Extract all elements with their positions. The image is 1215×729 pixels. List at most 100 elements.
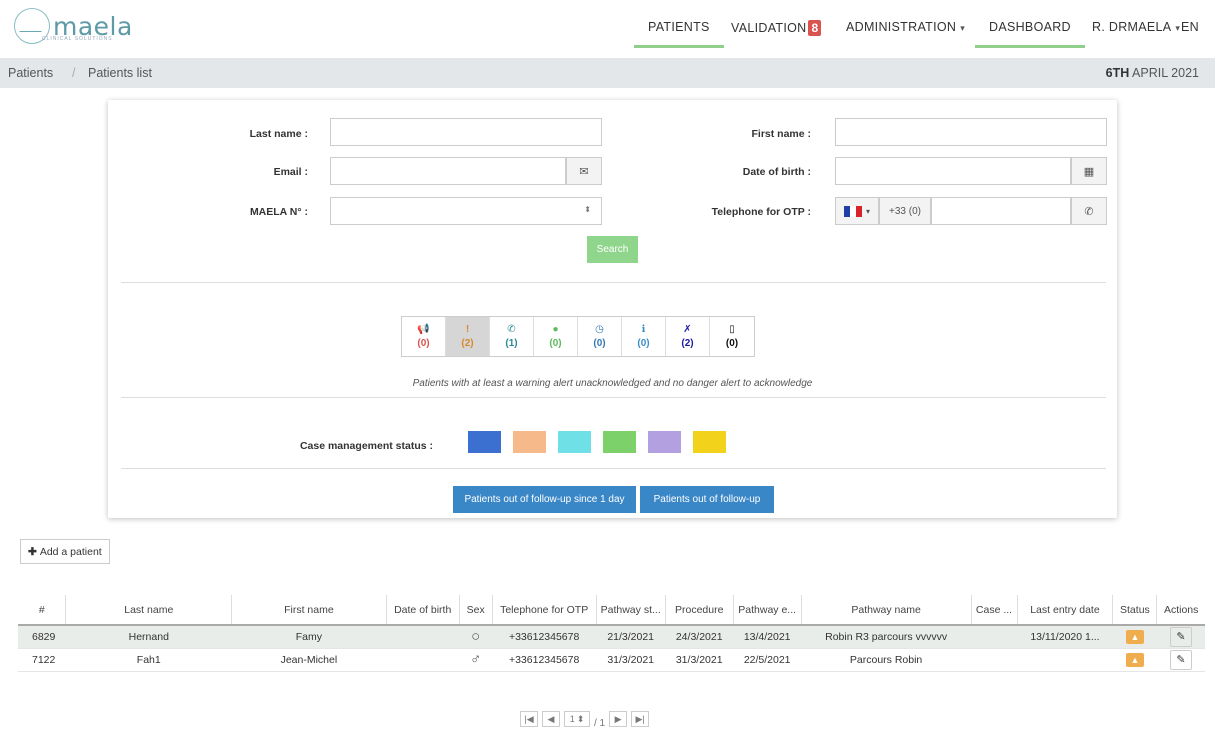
- alert-filter-tab[interactable]: ✗ (2): [666, 317, 710, 356]
- first-name-input[interactable]: [835, 118, 1107, 146]
- column-header[interactable]: Last name: [65, 595, 233, 626]
- breadcrumb-separator: /: [72, 66, 76, 80]
- maela-number-input[interactable]: ⬍: [330, 197, 602, 225]
- prev-page-icon[interactable]: ◀: [542, 711, 560, 727]
- nav-language[interactable]: EN: [1181, 20, 1199, 34]
- cell-sex: ○: [459, 625, 493, 649]
- add-patient-label: Add a patient: [39, 545, 102, 558]
- exclamation-icon: !: [465, 324, 470, 335]
- search-button[interactable]: Search: [587, 236, 638, 263]
- current-date: 6TH APRIL 2021: [1106, 66, 1199, 80]
- cell-phone: +33612345678: [492, 625, 597, 649]
- cell-last_entry: 13/11/2020 1...: [1017, 625, 1113, 649]
- column-header[interactable]: Sex: [459, 595, 493, 626]
- cell-first: Jean-Michel: [231, 648, 387, 672]
- alert-filter-tab[interactable]: ℹ (0): [622, 317, 666, 356]
- column-header[interactable]: Pathway st...: [596, 595, 666, 626]
- breadcrumb: Patients / Patients list 6TH APRIL 2021: [0, 58, 1215, 88]
- column-header[interactable]: Last entry date: [1017, 595, 1114, 626]
- column-header[interactable]: #: [18, 595, 67, 626]
- case-status-swatch[interactable]: [513, 431, 546, 453]
- info-icon: ℹ: [641, 324, 646, 335]
- nav-administration-label: ADMINISTRATION: [846, 20, 957, 34]
- nav-administration[interactable]: ADMINISTRATION ▾: [846, 20, 965, 34]
- add-patient-button[interactable]: ✚ Add a patient: [20, 539, 110, 564]
- column-header[interactable]: Status: [1112, 595, 1158, 626]
- nav-user-menu[interactable]: R. DRMAELA ▾: [1092, 20, 1180, 34]
- alert-filter-tab[interactable]: ▯ (0): [710, 317, 754, 356]
- warning-icon[interactable]: ▲: [1125, 652, 1144, 667]
- cell-dob: [386, 625, 460, 649]
- divider: [121, 397, 1106, 398]
- phone-otp-input[interactable]: [931, 197, 1071, 225]
- table-row[interactable]: 6829 Hernand Famy ○ +33612345678 21/3/2021 24/…: [18, 625, 1205, 649]
- breadcrumb-patients[interactable]: Patients: [8, 66, 53, 80]
- last-page-icon[interactable]: ▶|: [631, 711, 650, 727]
- alert-filter-tab[interactable]: ◷ (0): [578, 317, 622, 356]
- maela-number-label: MAELA N° :: [249, 206, 308, 218]
- last-name-input[interactable]: [330, 118, 602, 146]
- column-header[interactable]: Pathway e...: [733, 595, 802, 626]
- clock-icon: ◷: [595, 324, 604, 335]
- alert-filter-tabs: 📢 (0)! (2) ✆ (1) ● (0) ◷ (0) ℹ (0) ✗ (2) ▯ (0): [401, 316, 755, 357]
- warning-icon[interactable]: ▲: [1125, 629, 1144, 644]
- alert-filter-tab[interactable]: 📢 (0): [402, 317, 446, 356]
- email-input[interactable]: [330, 157, 566, 185]
- case-management-label: Case management status :: [299, 440, 433, 452]
- phone-icon: ✆: [507, 324, 516, 335]
- page-number-input[interactable]: 1 ⬍: [564, 711, 590, 727]
- alert-count: (0): [417, 338, 430, 349]
- edit-pencil-icon[interactable]: ✎: [1169, 626, 1192, 647]
- patients-table: # Last name First name Date of birth Sex Tele…: [18, 595, 1205, 672]
- user-name: R. DRMAELA: [1092, 20, 1172, 34]
- nav-validation[interactable]: VALIDATION 8: [731, 20, 822, 36]
- edit-pencil-icon[interactable]: ✎: [1169, 649, 1192, 670]
- column-header[interactable]: First name: [231, 595, 387, 626]
- number-spinner-icon: ⬍: [576, 713, 585, 724]
- cell-start: 31/3/2021: [596, 648, 666, 672]
- alert-filter-tab[interactable]: ✆ (1): [490, 317, 534, 356]
- table-row[interactable]: 7122 Fah1 Jean-Michel ♂ +33612345678 31/3/202…: [18, 648, 1205, 672]
- validation-count-badge: 8: [808, 20, 822, 36]
- out-of-follow-up-button[interactable]: Patients out of follow-up: [640, 486, 774, 513]
- column-header[interactable]: Telephone for OTP: [492, 595, 597, 626]
- alert-count: (1): [505, 338, 518, 349]
- cell-case: [971, 625, 1017, 649]
- column-header[interactable]: Pathway name: [801, 595, 972, 626]
- nav-patients[interactable]: PATIENTS: [634, 20, 724, 48]
- case-status-swatch[interactable]: [693, 431, 726, 453]
- cell-start: 21/3/2021: [596, 625, 666, 649]
- alert-filter-tab[interactable]: ! (2): [446, 317, 490, 356]
- chat-icon: ●: [552, 324, 559, 335]
- out-of-follow-up-1-day-button[interactable]: Patients out of follow-up since 1 day: [453, 486, 636, 513]
- cell-status: ▲: [1112, 648, 1157, 672]
- case-status-swatch[interactable]: [648, 431, 681, 453]
- page-number: 1: [569, 714, 575, 724]
- cell-last_entry: [1017, 648, 1113, 672]
- column-header[interactable]: Actions: [1156, 595, 1205, 626]
- column-header[interactable]: Date of birth: [386, 595, 460, 626]
- first-name-label: First name :: [751, 128, 811, 140]
- number-spinner-icon[interactable]: ⬍: [584, 205, 591, 214]
- phone-icon: ✆: [1071, 197, 1107, 225]
- alert-filter-tab[interactable]: ● (0): [534, 317, 578, 356]
- page-total: / 1: [594, 718, 606, 729]
- alert-count: (0): [593, 338, 606, 349]
- dob-label: Date of birth :: [742, 166, 811, 178]
- cell-end: 13/4/2021: [733, 625, 802, 649]
- france-flag-icon: [843, 205, 862, 217]
- cell-id: 7122: [18, 648, 66, 672]
- column-header[interactable]: Procedure: [665, 595, 734, 626]
- calendar-icon[interactable]: ▦: [1071, 157, 1107, 185]
- first-page-icon[interactable]: |◀: [520, 711, 538, 727]
- column-header[interactable]: Case ...: [971, 595, 1018, 626]
- case-status-swatch[interactable]: [558, 431, 591, 453]
- country-selector[interactable]: ▾: [835, 197, 879, 225]
- dob-input[interactable]: [835, 157, 1071, 185]
- case-status-swatch[interactable]: [468, 431, 501, 453]
- cell-phone: +33612345678: [492, 648, 597, 672]
- email-label: Email :: [273, 166, 308, 178]
- next-page-icon[interactable]: ▶: [609, 711, 628, 727]
- case-status-swatch[interactable]: [603, 431, 636, 453]
- nav-dashboard[interactable]: DASHBOARD: [975, 20, 1085, 48]
